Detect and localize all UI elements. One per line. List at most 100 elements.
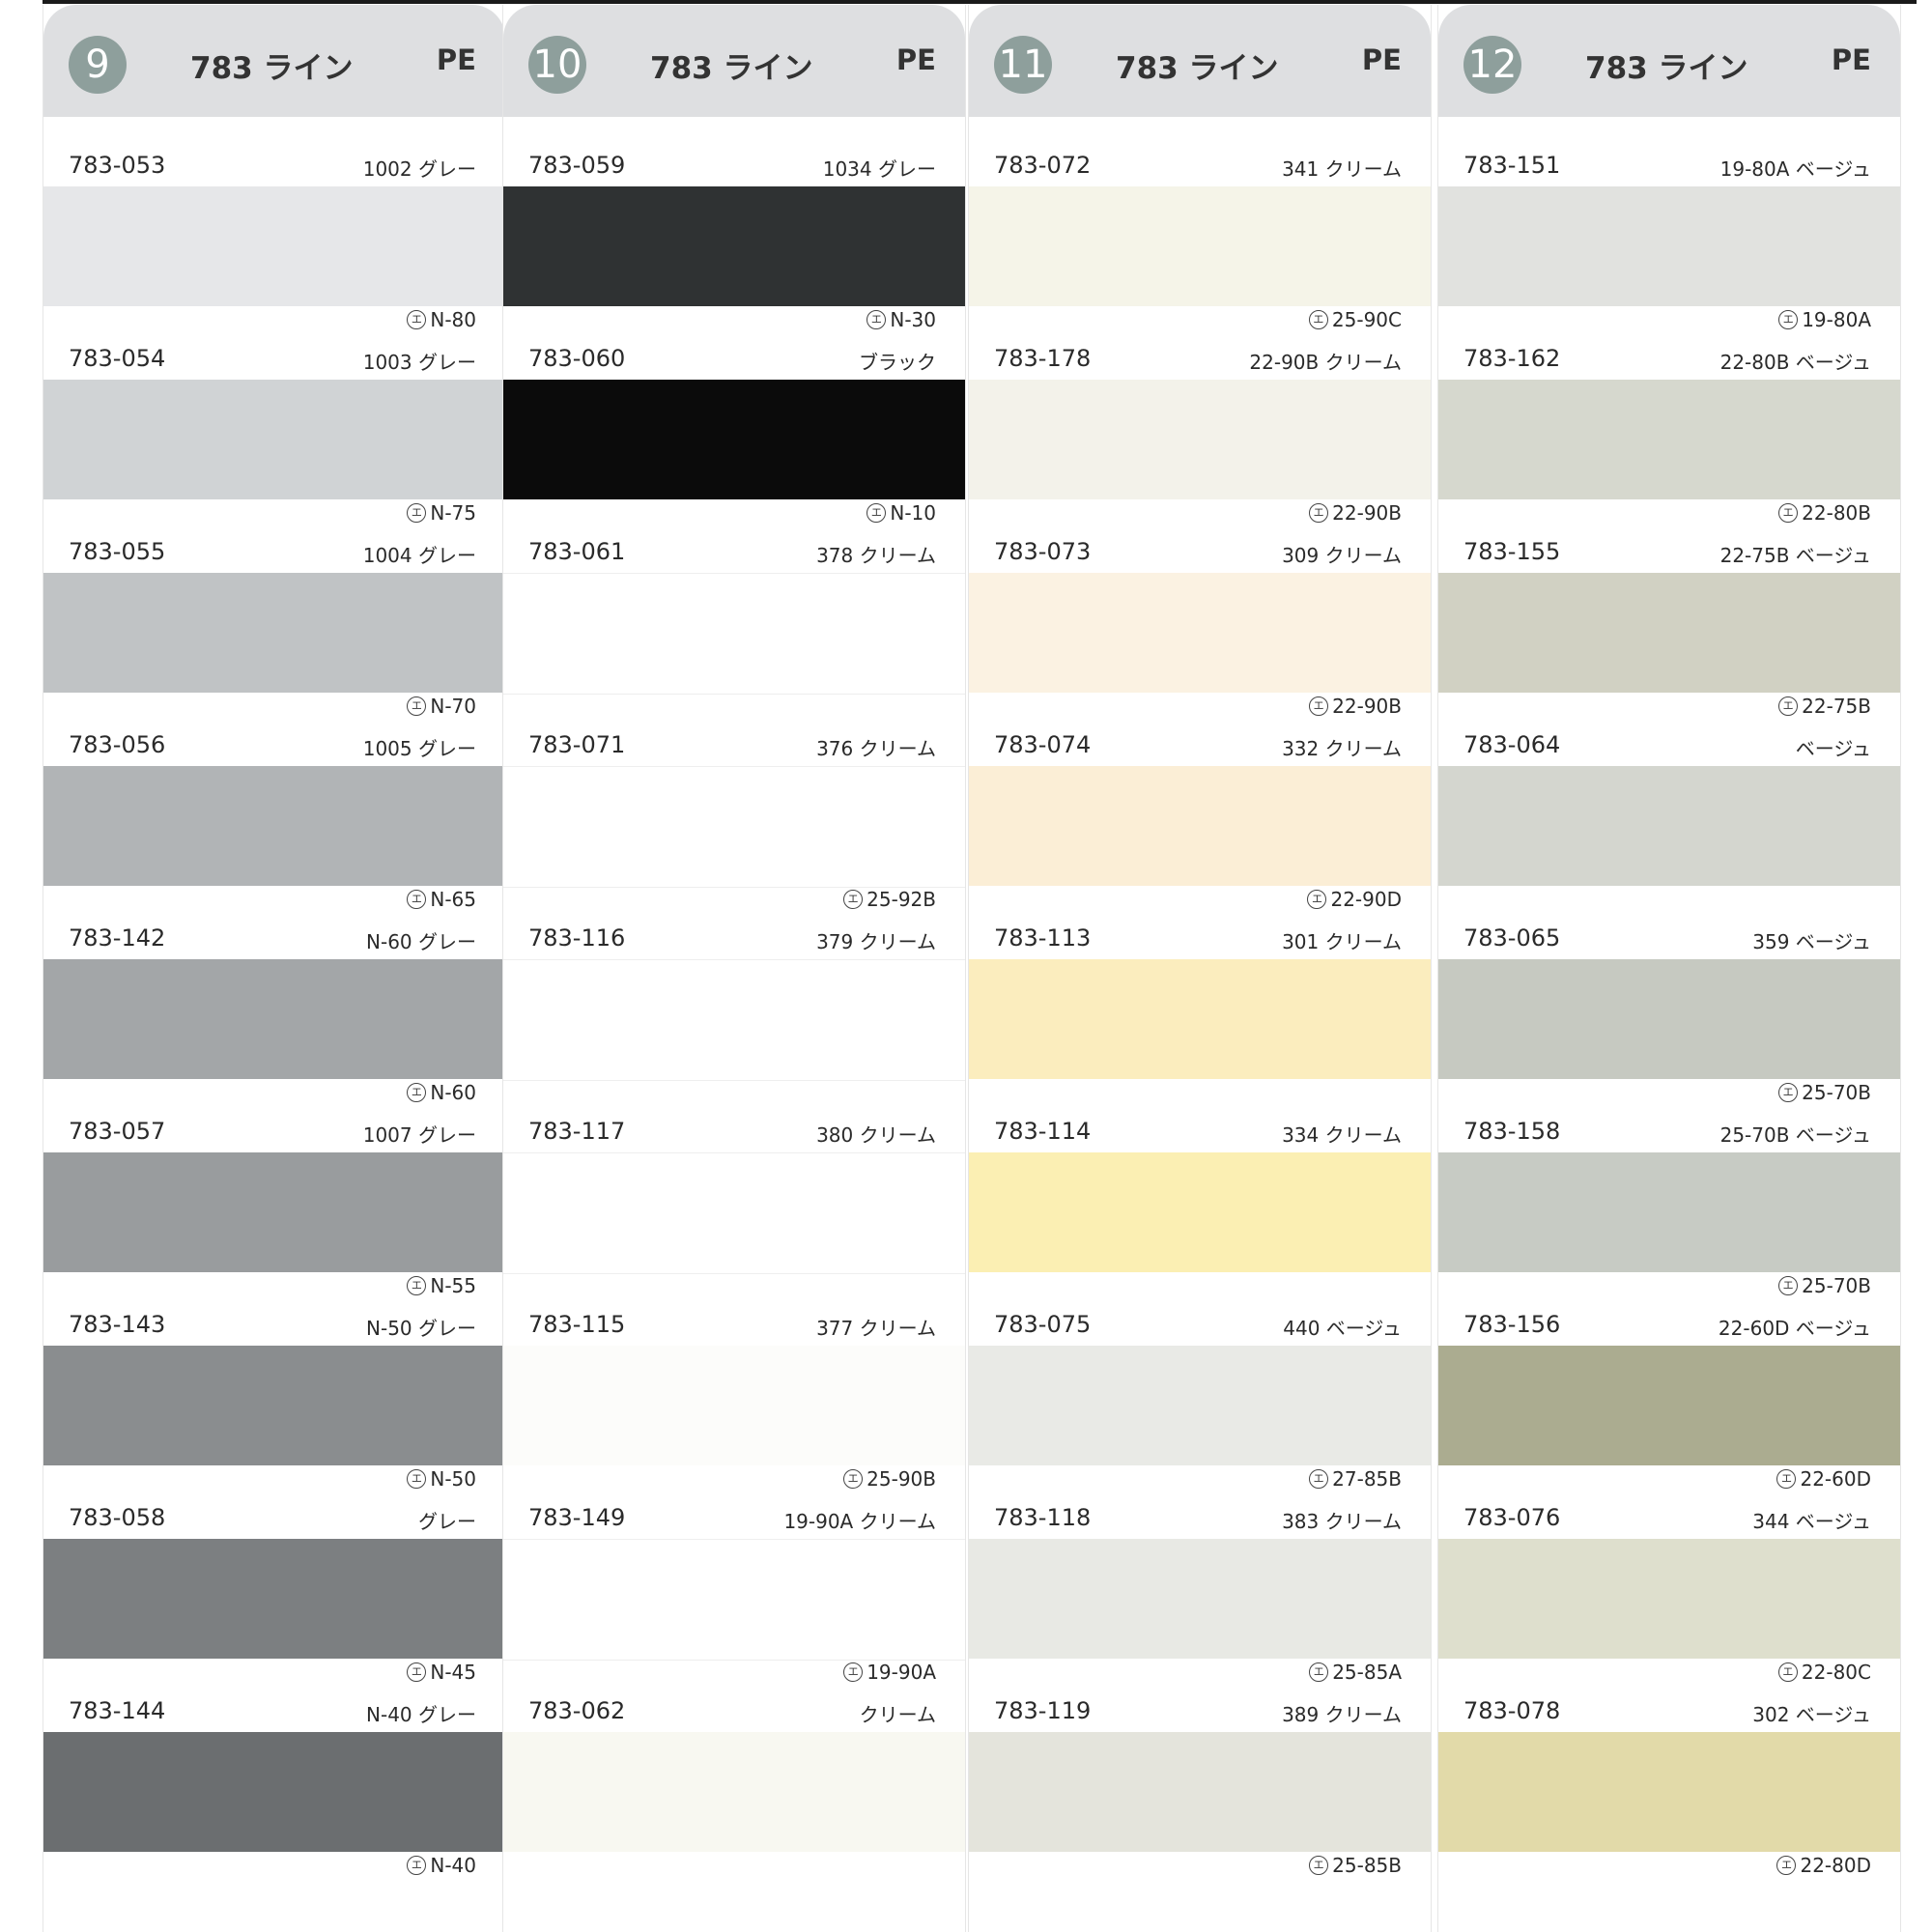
reference-code: エ 22-90B xyxy=(1309,695,1402,718)
column-number-badge: 12 xyxy=(1463,36,1521,94)
item-description: 1003 グレー xyxy=(362,351,476,374)
item-description: 302 ベージュ xyxy=(1752,1703,1871,1726)
column-number-badge: 9 xyxy=(69,36,127,94)
line-title: 783 ライン xyxy=(1116,51,1279,86)
color-column-10: 10 783 ライン PE 783-059 1034 グレーエ N-30 783-060 ブラ… xyxy=(502,5,966,1932)
circled-e-icon: エ xyxy=(407,696,427,716)
color-item: 783-055 1004 グレーエ N-70 xyxy=(43,523,505,718)
circled-e-icon: エ xyxy=(1309,503,1329,523)
item-description: 378 クリーム xyxy=(816,544,936,567)
circled-e-icon: エ xyxy=(1307,890,1327,909)
color-item: 783-114 334 クリーム xyxy=(969,1102,1431,1295)
color-swatch xyxy=(969,959,1431,1079)
item-description: 25-70B ベージュ xyxy=(1719,1123,1871,1147)
item-code: 783-061 xyxy=(528,538,626,565)
circled-e-icon: エ xyxy=(1309,1856,1329,1875)
reference-code-text: N-55 xyxy=(430,1274,476,1297)
item-code: 783-055 xyxy=(69,538,166,565)
reference-code-text: N-65 xyxy=(430,888,476,911)
item-description: 334 クリーム xyxy=(1282,1123,1402,1147)
color-item: 783-076 344 ベージュエ 22-80C xyxy=(1438,1489,1900,1684)
item-description: クリーム xyxy=(859,1703,936,1726)
item-description: 376 クリーム xyxy=(816,737,936,760)
circled-e-icon: エ xyxy=(843,1662,864,1682)
color-swatch xyxy=(1438,1539,1900,1659)
item-code: 783-162 xyxy=(1463,345,1561,372)
reference-code: エ N-10 xyxy=(867,501,936,525)
reference-code: エ 25-85A xyxy=(1309,1661,1402,1684)
color-swatch xyxy=(1438,766,1900,886)
circled-e-icon: エ xyxy=(867,310,887,329)
item-description: グレー xyxy=(418,1510,476,1533)
item-code: 783-155 xyxy=(1463,538,1561,565)
color-swatch xyxy=(503,959,965,1081)
item-code: 783-062 xyxy=(528,1697,626,1724)
color-swatch xyxy=(969,1152,1431,1272)
item-code: 783-151 xyxy=(1463,152,1561,179)
line-title: 783 ライン xyxy=(190,51,354,86)
column-number-badge: 11 xyxy=(994,36,1052,94)
reference-code: エ 25-70B xyxy=(1778,1274,1871,1297)
reference-code-text: 22-60D xyxy=(1800,1467,1871,1491)
column-header: 10 783 ライン PE xyxy=(503,5,965,117)
color-item: 783-118 383 クリームエ 25-85A xyxy=(969,1489,1431,1684)
item-code: 783-119 xyxy=(994,1697,1092,1724)
reference-code-text: 25-90C xyxy=(1331,308,1402,331)
item-description: 22-90B クリーム xyxy=(1249,351,1402,374)
line-title: 783 ライン xyxy=(1585,51,1748,86)
color-item: 783-060 ブラックエ N-10 xyxy=(503,329,965,525)
item-description: 379 クリーム xyxy=(816,930,936,953)
item-description: 1034 グレー xyxy=(822,157,936,181)
reference-code-text: 22-80C xyxy=(1801,1661,1871,1684)
color-item: 783-117 380 クリーム xyxy=(503,1102,965,1295)
circled-e-icon: エ xyxy=(407,890,427,909)
circled-e-icon: エ xyxy=(1776,1856,1797,1875)
circled-e-icon: エ xyxy=(843,890,864,909)
circled-e-icon: エ xyxy=(407,1469,427,1489)
color-item: 783-058 グレーエ N-45 xyxy=(43,1489,505,1684)
circled-e-icon: エ xyxy=(407,503,427,523)
color-item: 783-078 302 ベージュエ 22-80D xyxy=(1438,1682,1900,1877)
item-code: 783-113 xyxy=(994,924,1092,952)
item-description: 359 ベージュ xyxy=(1752,930,1871,953)
color-item: 783-059 1034 グレーエ N-30 xyxy=(503,136,965,331)
color-item: 783-143 N-50 グレーエ N-50 xyxy=(43,1295,505,1491)
circled-e-icon: エ xyxy=(867,503,887,523)
reference-code-text: 19-90A xyxy=(867,1661,936,1684)
reference-code: エ N-50 xyxy=(407,1467,476,1491)
reference-code: エ 22-90B xyxy=(1309,501,1402,525)
item-description: 22-60D ベージュ xyxy=(1718,1317,1871,1340)
color-item: 783-075 440 ベージュエ 27-85B xyxy=(969,1295,1431,1491)
color-item: 783-158 25-70B ベージュエ 25-70B xyxy=(1438,1102,1900,1297)
reference-code: エ N-30 xyxy=(867,308,936,331)
item-code: 783-158 xyxy=(1463,1118,1561,1145)
circled-e-icon: エ xyxy=(1309,696,1329,716)
circled-e-icon: エ xyxy=(843,1469,864,1489)
circled-e-icon: エ xyxy=(1308,310,1328,329)
item-description: 1005 グレー xyxy=(362,737,476,760)
item-code: 783-143 xyxy=(69,1311,166,1338)
color-swatch xyxy=(969,380,1431,499)
circled-e-icon: エ xyxy=(1778,310,1799,329)
color-swatch xyxy=(503,186,965,306)
color-item: 783-056 1005 グレーエ N-65 xyxy=(43,716,505,911)
circled-e-icon: エ xyxy=(407,1083,427,1102)
item-description: 19-90A クリーム xyxy=(783,1510,936,1533)
color-item: 783-149 19-90A クリームエ 19-90A xyxy=(503,1489,965,1684)
reference-code-text: 22-80D xyxy=(1800,1854,1871,1877)
item-description: 22-75B ベージュ xyxy=(1719,544,1871,567)
reference-code-text: N-80 xyxy=(430,308,476,331)
reference-code: エ 25-92B xyxy=(843,888,936,911)
color-item: 783-073 309 クリームエ 22-90B xyxy=(969,523,1431,718)
item-code: 783-142 xyxy=(69,924,166,952)
reference-code: エ N-70 xyxy=(407,695,476,718)
material-label: PE xyxy=(436,43,476,76)
color-column-12: 12 783 ライン PE 783-151 19-80A ベージュエ 19-80A 783-… xyxy=(1437,5,1901,1932)
material-label: PE xyxy=(895,43,936,76)
reference-code-text: 25-85B xyxy=(1332,1854,1402,1877)
item-description: 19-80A ベージュ xyxy=(1719,157,1871,181)
color-item: 783-053 1002 グレーエ N-80 xyxy=(43,136,505,331)
item-description: 341 クリーム xyxy=(1282,157,1402,181)
reference-code-text: N-30 xyxy=(890,308,936,331)
color-swatch xyxy=(43,1152,505,1272)
